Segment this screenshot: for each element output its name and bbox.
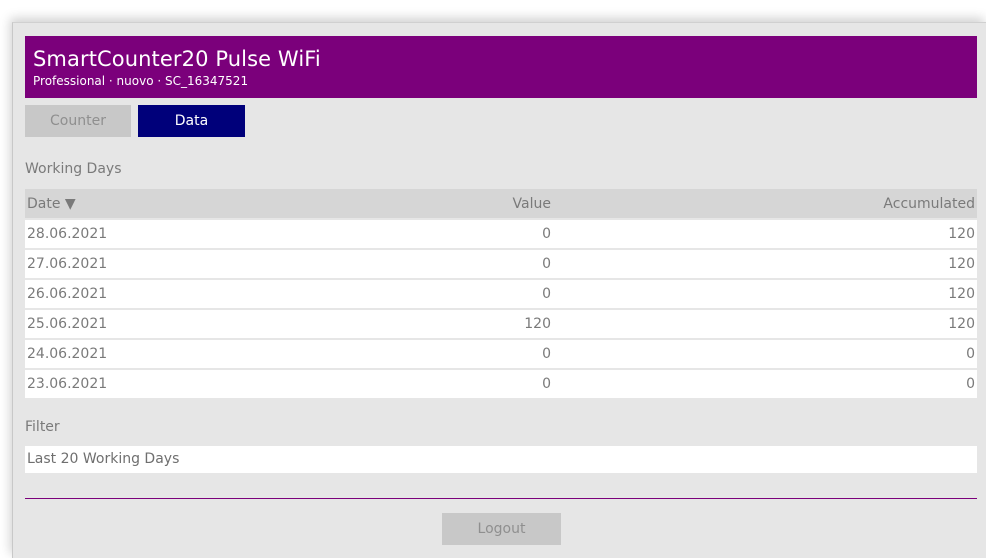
table-row: 24.06.2021 0 0 — [25, 338, 977, 369]
date-cell: 23.06.2021 — [25, 368, 349, 398]
filter-label: Filter — [25, 419, 60, 435]
device-header: SmartCounter20 Pulse WiFi Professional ·… — [25, 36, 977, 98]
accumulated-cell: 0 — [553, 338, 977, 369]
date-cell: 24.06.2021 — [25, 338, 349, 369]
logout-button[interactable]: Logout — [442, 513, 561, 545]
filter-select[interactable]: Last 20 Working Days — [25, 446, 977, 473]
value-cell: 0 — [349, 248, 553, 279]
value-cell: 0 — [349, 278, 553, 309]
table-header-row: Date ▼ Value Accumulated — [25, 189, 977, 219]
tab-counter[interactable]: Counter — [25, 105, 131, 137]
value-column-header: Value — [349, 189, 553, 219]
table-row: 25.06.2021 120 120 — [25, 308, 977, 339]
table-row: 26.06.2021 0 120 — [25, 278, 977, 309]
value-cell: 120 — [349, 308, 553, 339]
date-cell: 28.06.2021 — [25, 218, 349, 249]
value-cell: 0 — [349, 368, 553, 398]
date-cell: 25.06.2021 — [25, 308, 349, 339]
table-row: 23.06.2021 0 0 — [25, 368, 977, 398]
accumulated-column-header: Accumulated — [553, 189, 977, 219]
date-cell: 26.06.2021 — [25, 278, 349, 309]
accumulated-cell: 120 — [553, 218, 977, 249]
tab-data[interactable]: Data — [138, 105, 245, 137]
accumulated-cell: 120 — [553, 308, 977, 339]
working-days-table: Date ▼ Value Accumulated 28.06.2021 0 12… — [25, 189, 977, 398]
accumulated-cell: 0 — [553, 368, 977, 398]
footer-divider — [25, 498, 977, 499]
accumulated-cell: 120 — [553, 278, 977, 309]
date-cell: 27.06.2021 — [25, 248, 349, 279]
value-cell: 0 — [349, 218, 553, 249]
date-column-header[interactable]: Date ▼ — [25, 189, 349, 219]
device-title: SmartCounter20 Pulse WiFi — [33, 47, 321, 71]
table-row: 27.06.2021 0 120 — [25, 248, 977, 279]
working-days-label: Working Days — [25, 161, 122, 177]
value-cell: 0 — [349, 338, 553, 369]
accumulated-cell: 120 — [553, 248, 977, 279]
table-row: 28.06.2021 0 120 — [25, 218, 977, 249]
device-subtitle: Professional · nuovo · SC_16347521 — [33, 74, 249, 88]
